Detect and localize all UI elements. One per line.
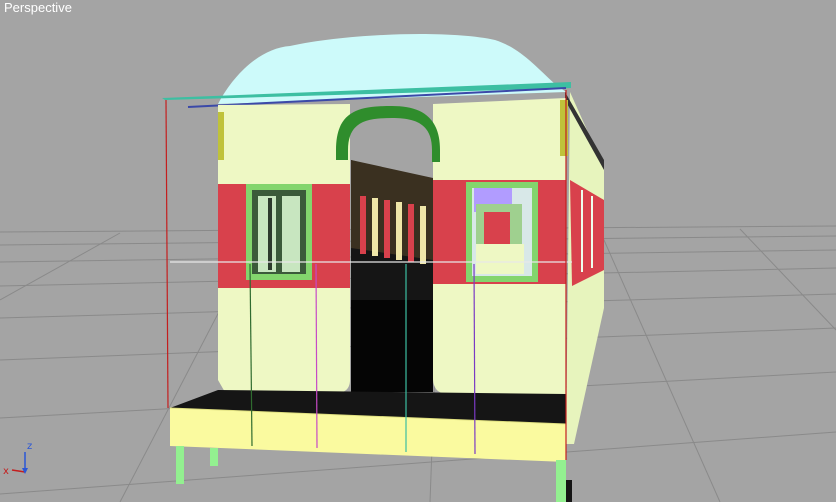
carriage-interior (351, 160, 433, 392)
gizmo-z-label: z (27, 441, 32, 452)
carriage-platform[interactable] (169, 390, 567, 462)
carriage-roof[interactable] (162, 34, 571, 108)
carriage-side[interactable] (565, 92, 604, 444)
perspective-viewport[interactable]: z x Perspective (0, 0, 836, 502)
door-arch[interactable] (336, 106, 440, 162)
front-wall-left[interactable] (218, 104, 350, 394)
gizmo-x-label: x (3, 466, 9, 477)
viewport-label[interactable]: Perspective (4, 0, 72, 16)
axis-gizmo: z x (3, 441, 32, 477)
viewport-scene[interactable]: z x (0, 0, 836, 502)
front-wall-right[interactable] (433, 98, 568, 394)
